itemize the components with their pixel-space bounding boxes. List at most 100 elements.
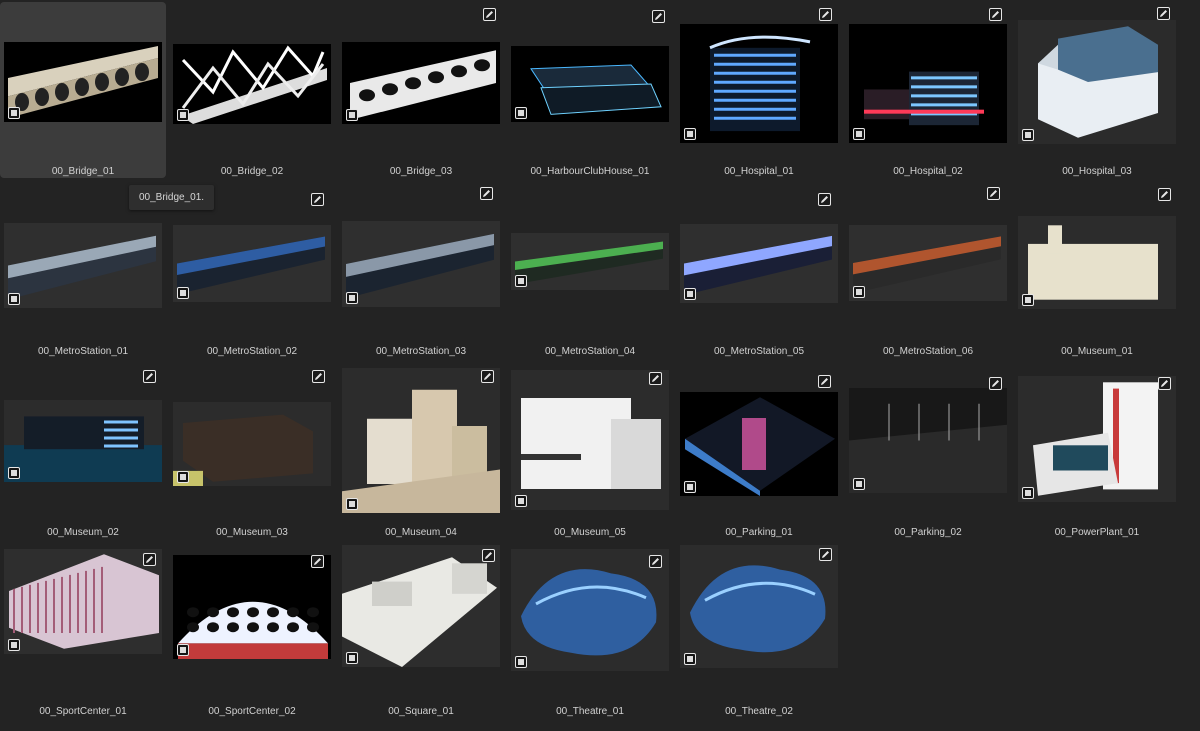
asset-tile[interactable]: 00_Museum_05 bbox=[507, 364, 673, 540]
asset-tile[interactable]: 00_MetroStation_03 bbox=[338, 183, 504, 359]
select-checkbox-icon[interactable] bbox=[346, 109, 358, 121]
asset-tile[interactable]: 00_Hospital_03 bbox=[1014, 2, 1180, 178]
asset-tile[interactable]: 00_Museum_01 bbox=[1014, 183, 1180, 359]
asset-tile[interactable]: 00_Museum_02 bbox=[0, 364, 166, 540]
metro-station-thumbnail bbox=[511, 233, 669, 290]
edit-pencil-icon[interactable] bbox=[652, 10, 665, 23]
asset-label: 00_Museum_05 bbox=[554, 527, 626, 538]
edit-pencil-icon[interactable] bbox=[1158, 188, 1171, 201]
select-checkbox-icon[interactable] bbox=[1022, 129, 1034, 141]
asset-tile[interactable]: 00_MetroStation_06 bbox=[845, 183, 1011, 359]
asset-tile[interactable]: 00_MetroStation_05 bbox=[676, 183, 842, 359]
asset-label: 00_Hospital_02 bbox=[893, 166, 963, 177]
edit-pencil-icon[interactable] bbox=[819, 548, 832, 561]
select-checkbox-icon[interactable] bbox=[515, 107, 527, 119]
sport-center-dome-thumbnail bbox=[173, 555, 331, 659]
select-checkbox-icon[interactable] bbox=[177, 644, 189, 656]
parking-lot-thumbnail bbox=[849, 388, 1007, 493]
select-checkbox-icon[interactable] bbox=[684, 653, 696, 665]
edit-pencil-icon[interactable] bbox=[143, 553, 156, 566]
select-checkbox-icon[interactable] bbox=[8, 107, 20, 119]
asset-tile[interactable]: 00_MetroStation_04 bbox=[507, 183, 673, 359]
edit-pencil-icon[interactable] bbox=[481, 370, 494, 383]
select-checkbox-icon[interactable] bbox=[1022, 294, 1034, 306]
asset-tile[interactable]: 00_Museum_03 bbox=[169, 364, 335, 540]
asset-label: 00_Square_01 bbox=[388, 706, 454, 717]
metro-station-thumbnail bbox=[680, 224, 838, 303]
select-checkbox-icon[interactable] bbox=[684, 288, 696, 300]
asset-label: 00_Theatre_02 bbox=[725, 706, 793, 717]
sport-center-thumbnail bbox=[4, 549, 162, 654]
asset-label: 00_MetroStation_03 bbox=[375, 346, 467, 357]
asset-label: 00_Parking_01 bbox=[725, 527, 793, 538]
museum-thumbnail bbox=[1018, 216, 1176, 309]
asset-tile[interactable]: 00_Theatre_02 bbox=[676, 543, 842, 719]
asset-tile[interactable]: 00_Parking_01 bbox=[676, 364, 842, 540]
select-checkbox-icon[interactable] bbox=[177, 471, 189, 483]
select-checkbox-icon[interactable] bbox=[8, 467, 20, 479]
select-checkbox-icon[interactable] bbox=[684, 128, 696, 140]
asset-tile[interactable]: 00_Bridge_02 bbox=[169, 2, 335, 178]
edit-pencil-icon[interactable] bbox=[818, 375, 831, 388]
asset-tile[interactable]: 00_Hospital_02 bbox=[845, 2, 1011, 178]
asset-label: 00_MetroStation_04 bbox=[544, 346, 636, 357]
select-checkbox-icon[interactable] bbox=[515, 275, 527, 287]
select-checkbox-icon[interactable] bbox=[177, 109, 189, 121]
edit-pencil-icon[interactable] bbox=[1157, 7, 1170, 20]
asset-tile[interactable]: 00_SportCenter_02 bbox=[169, 543, 335, 719]
asset-tile[interactable]: 00_HarbourClubHouse_01 bbox=[507, 2, 673, 178]
asset-tile[interactable]: 00_Bridge_03 bbox=[338, 2, 504, 178]
edit-pencil-icon[interactable] bbox=[480, 187, 493, 200]
edit-pencil-icon[interactable] bbox=[989, 377, 1002, 390]
asset-tile[interactable]: 00_Parking_02 bbox=[845, 364, 1011, 540]
edit-pencil-icon[interactable] bbox=[143, 370, 156, 383]
asset-tile[interactable]: 00_Square_01 bbox=[338, 543, 504, 719]
asset-tile[interactable]: 00_Hospital_01 bbox=[676, 2, 842, 178]
select-checkbox-icon[interactable] bbox=[853, 286, 865, 298]
asset-label: 00_PowerPlant_01 bbox=[1054, 527, 1140, 538]
select-checkbox-icon[interactable] bbox=[177, 287, 189, 299]
asset-label: 00_SportCenter_02 bbox=[208, 706, 296, 717]
select-checkbox-icon[interactable] bbox=[346, 498, 358, 510]
asset-label: 00_Bridge_02 bbox=[220, 166, 284, 177]
hospital-neon-thumbnail bbox=[849, 24, 1007, 143]
select-checkbox-icon[interactable] bbox=[346, 652, 358, 664]
edit-pencil-icon[interactable] bbox=[989, 8, 1002, 21]
select-checkbox-icon[interactable] bbox=[515, 495, 527, 507]
edit-pencil-icon[interactable] bbox=[649, 555, 662, 568]
edit-pencil-icon[interactable] bbox=[312, 370, 325, 383]
asset-tile[interactable]: 00_SportCenter_01 bbox=[0, 543, 166, 719]
select-checkbox-icon[interactable] bbox=[8, 293, 20, 305]
select-checkbox-icon[interactable] bbox=[853, 128, 865, 140]
select-checkbox-icon[interactable] bbox=[515, 656, 527, 668]
edit-pencil-icon[interactable] bbox=[1158, 377, 1171, 390]
select-checkbox-icon[interactable] bbox=[346, 292, 358, 304]
edit-pencil-icon[interactable] bbox=[482, 549, 495, 562]
select-checkbox-icon[interactable] bbox=[1022, 487, 1034, 499]
select-checkbox-icon[interactable] bbox=[684, 481, 696, 493]
asset-label: 00_Theatre_01 bbox=[556, 706, 624, 717]
asset-tile[interactable]: 00_Museum_04 bbox=[338, 364, 504, 540]
asset-tile[interactable]: 00_Theatre_01 bbox=[507, 543, 673, 719]
theatre-thumbnail bbox=[511, 549, 669, 671]
asset-label: 00_MetroStation_06 bbox=[882, 346, 974, 357]
asset-label: 00_Parking_02 bbox=[894, 527, 962, 538]
edit-pencil-icon[interactable] bbox=[818, 193, 831, 206]
select-checkbox-icon[interactable] bbox=[8, 639, 20, 651]
edit-pencil-icon[interactable] bbox=[987, 187, 1000, 200]
asset-tile[interactable]: 00_Bridge_01 bbox=[0, 2, 166, 178]
tooltip: 00_Bridge_01. bbox=[129, 185, 215, 210]
museum-thumbnail bbox=[4, 400, 162, 482]
edit-pencil-icon[interactable] bbox=[311, 555, 324, 568]
asset-tile[interactable]: 00_PowerPlant_01 bbox=[1014, 364, 1180, 540]
edit-pencil-icon[interactable] bbox=[483, 8, 496, 21]
edit-pencil-icon[interactable] bbox=[311, 193, 324, 206]
asset-grid: 00_Bridge_01 00_Bridge_02 00_Bridge_03 00… bbox=[0, 0, 1200, 731]
edit-pencil-icon[interactable] bbox=[649, 372, 662, 385]
bridge-truss-thumbnail bbox=[173, 44, 331, 124]
asset-label: 00_MetroStation_05 bbox=[713, 346, 805, 357]
select-checkbox-icon[interactable] bbox=[853, 478, 865, 490]
asset-label: 00_MetroStation_01 bbox=[37, 346, 129, 357]
edit-pencil-icon[interactable] bbox=[819, 8, 832, 21]
metro-station-thumbnail bbox=[173, 225, 331, 302]
